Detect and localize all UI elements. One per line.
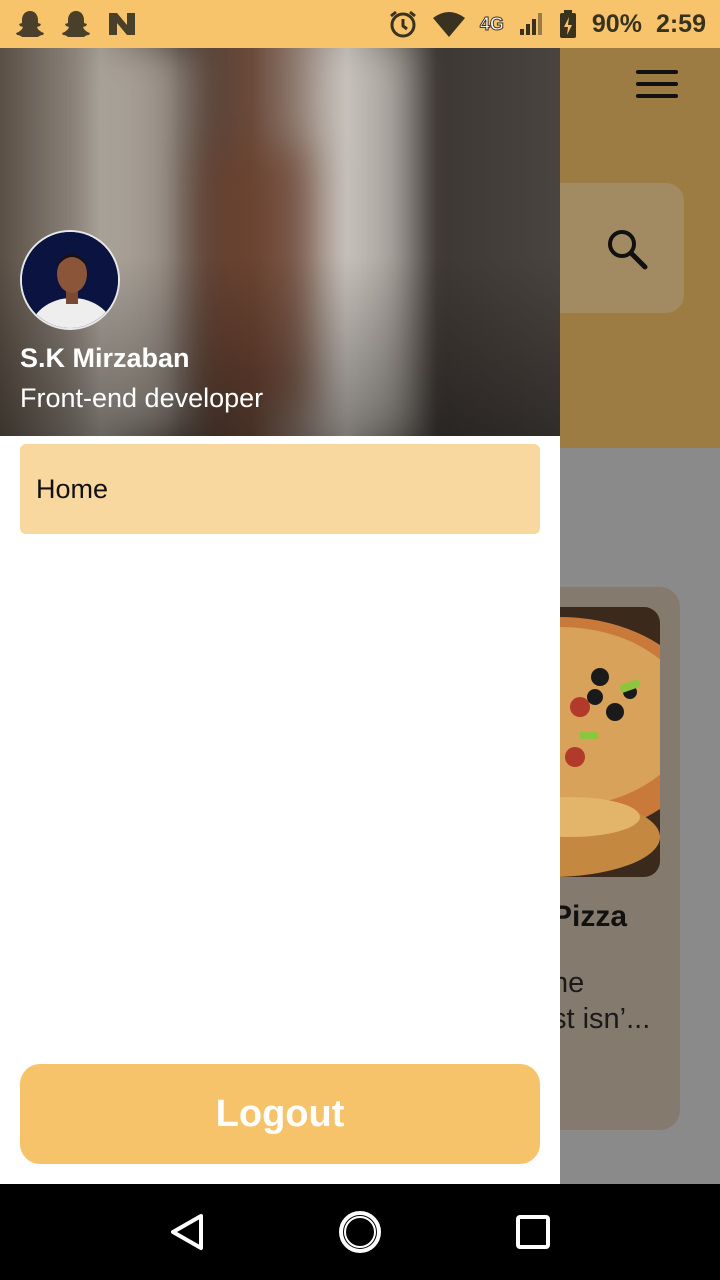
recents-square-icon [516,1215,551,1249]
snapchat-icon [16,11,44,37]
clock: 2:59 [655,9,706,38]
drawer-header: S.K Mirzaban Front-end developer [0,48,560,436]
battery-percent: 90% [591,9,642,38]
wifi-icon [432,12,465,37]
alarm-icon [389,10,416,38]
background-card-description: he st isn’... [552,967,651,1035]
nfc-n-icon [109,13,135,35]
battery-charging-icon [559,10,576,38]
profile-role: Front-end developer [20,383,264,413]
status-bar: 4G 90% 2:59 [0,0,720,48]
drawer-item-home[interactable]: Home [20,444,540,534]
drawer-item-label: Home [36,473,109,504]
home-circle-icon [338,1211,381,1253]
back-triangle-icon [170,1214,203,1250]
system-navigation-bar [0,1184,720,1280]
recents-button[interactable] [503,1202,563,1262]
search-icon [608,230,648,270]
navigation-drawer: S.K Mirzaban Front-end developer Home Lo… [0,48,560,1184]
logout-button[interactable]: Logout [20,1064,540,1164]
signal-icon [519,13,542,35]
hamburger-menu-icon[interactable] [636,70,678,102]
avatar[interactable] [20,230,120,330]
back-button[interactable] [157,1202,217,1262]
notification-icons [14,9,138,39]
system-icons: 4G 90% 2:59 [388,9,706,39]
network-type-label: 4G [479,13,504,34]
home-button[interactable] [330,1202,390,1262]
snapchat-icon-2 [62,11,90,37]
background-card-title: Pizza [552,900,628,933]
profile-name: S.K Mirzaban [20,343,190,373]
